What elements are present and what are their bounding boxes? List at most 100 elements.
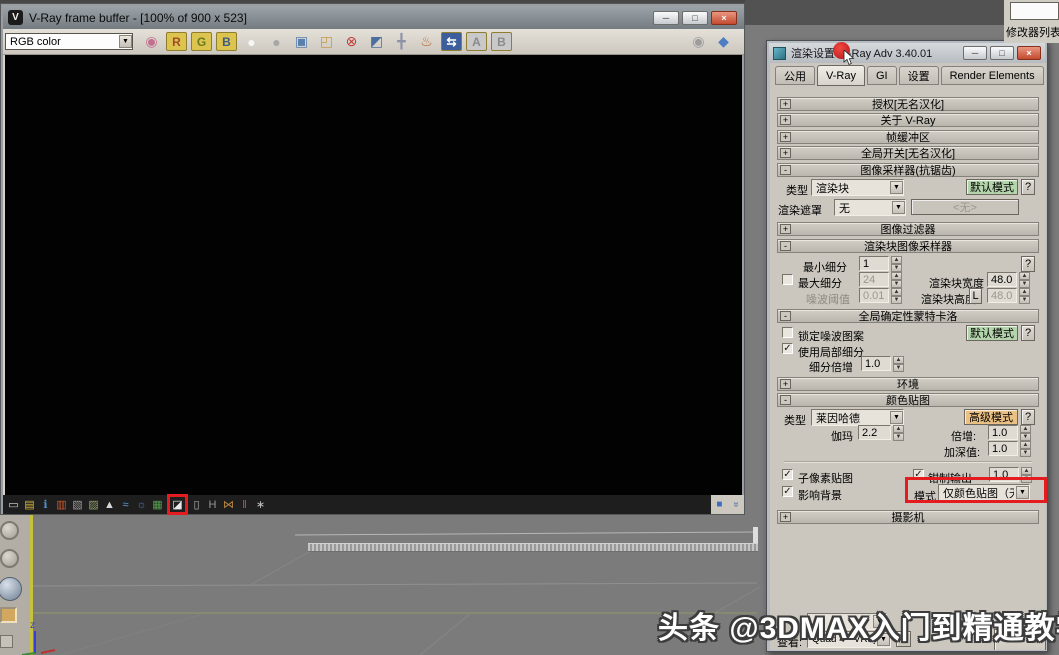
history-icon[interactable]: H bbox=[205, 497, 220, 512]
mask-none-button[interactable]: <无> bbox=[911, 199, 1019, 215]
red-channel-toggle[interactable]: R bbox=[166, 32, 187, 51]
max-subdivs-checkbox[interactable] bbox=[782, 274, 793, 285]
min-subdivs-field[interactable]: 1 bbox=[859, 256, 889, 271]
lut-correction-icon[interactable]: ☼ bbox=[134, 497, 149, 512]
frame-buffer-titlebar[interactable]: V V-Ray frame buffer - [100% of 900 x 52… bbox=[3, 6, 744, 29]
multiplier-field[interactable]: 1.0 bbox=[988, 425, 1018, 440]
render-last-icon[interactable]: ♨ bbox=[416, 32, 437, 52]
affect-background-checkbox[interactable] bbox=[782, 486, 793, 497]
rgb-channels-icon[interactable]: ◉ bbox=[141, 32, 162, 52]
save-image-icon[interactable]: ▣ bbox=[291, 32, 312, 52]
modifier-list-label[interactable]: 修改器列表 bbox=[1006, 25, 1059, 41]
subdivs-mult-field[interactable]: 1.0 bbox=[861, 356, 891, 371]
expand-icon[interactable]: + bbox=[780, 379, 791, 389]
curve-correction-icon[interactable]: ≈ bbox=[118, 497, 133, 512]
duplicate-to-a-icon[interactable]: A bbox=[466, 32, 487, 51]
toolbar-round-icon[interactable] bbox=[0, 521, 19, 540]
spinner-control[interactable]: ▲▼ bbox=[891, 272, 902, 287]
default-mode-button[interactable]: 默认模式 bbox=[966, 179, 1018, 195]
toolbar-round-icon[interactable] bbox=[0, 549, 19, 568]
icc-profile-icon[interactable]: ∗ bbox=[253, 497, 268, 512]
spinner-control[interactable]: ▲▼ bbox=[1019, 288, 1030, 303]
vray-render-icon[interactable]: ◆ bbox=[713, 32, 734, 52]
region-render-icon[interactable]: ■ bbox=[716, 499, 722, 510]
spinner-control[interactable]: ▲▼ bbox=[1020, 441, 1031, 456]
tab--[interactable]: 设置 bbox=[899, 66, 939, 85]
tab-v-ray[interactable]: V-Ray bbox=[817, 65, 865, 86]
help-button[interactable]: ? bbox=[1021, 179, 1035, 195]
dropdown-arrow-icon[interactable]: ▼ bbox=[119, 35, 132, 48]
white-channel-icon[interactable]: ● bbox=[241, 32, 262, 52]
help-button[interactable]: ? bbox=[1021, 256, 1035, 272]
name-input[interactable] bbox=[1010, 2, 1059, 20]
dropdown-arrow-icon[interactable]: ▼ bbox=[892, 201, 905, 214]
spinner-control[interactable]: ▲▼ bbox=[893, 425, 904, 440]
rollout-dmc[interactable]: - 全局确定性蒙特卡洛 bbox=[777, 309, 1039, 323]
render-setup-titlebar[interactable]: 渲染设置: V-Ray Adv 3.40.01 ─□× bbox=[769, 43, 1045, 63]
dropdown-arrow-icon[interactable]: ▼ bbox=[890, 411, 903, 424]
collapse-icon[interactable]: - bbox=[780, 165, 791, 175]
close-button[interactable]: × bbox=[1017, 46, 1041, 60]
expand-icon[interactable]: + bbox=[780, 99, 791, 109]
stamp-icon[interactable]: ⋈ bbox=[221, 497, 236, 512]
rollout-bucket-sampler[interactable]: - 渲染块图像采样器 bbox=[777, 239, 1039, 253]
render-image-canvas[interactable] bbox=[5, 55, 742, 495]
burn-field[interactable]: 1.0 bbox=[988, 441, 1018, 456]
load-image-icon[interactable]: ◰ bbox=[316, 32, 337, 52]
channel-select[interactable]: RGB color ▼ bbox=[5, 33, 133, 50]
maximize-button[interactable]: □ bbox=[990, 46, 1014, 60]
rollout-license[interactable]: + 授权[无名汉化] bbox=[777, 97, 1039, 111]
expand-icon[interactable]: + bbox=[780, 132, 791, 142]
rollout-global-switches[interactable]: + 全局开关[无名汉化] bbox=[777, 146, 1039, 160]
gamma-field[interactable]: 2.2 bbox=[858, 425, 891, 440]
region-select-icon[interactable]: ▭ bbox=[6, 497, 21, 512]
minimize-button[interactable]: ─ bbox=[963, 46, 987, 60]
tab--[interactable]: 公用 bbox=[775, 66, 815, 85]
compare-ab-icon[interactable]: ⇆ bbox=[441, 32, 462, 51]
rollout-image-sampler[interactable]: - 图像采样器(抗锯齿) bbox=[777, 163, 1039, 177]
sphere-tool-icon[interactable] bbox=[0, 577, 22, 601]
rollout-image-filter[interactable]: + 图像过滤器 bbox=[777, 222, 1039, 236]
bucket-width-field[interactable]: 48.0 bbox=[987, 272, 1017, 287]
noise-threshold-field[interactable]: 0.01 bbox=[859, 288, 889, 303]
sampler-type-select[interactable]: 渲染块 ▼ bbox=[811, 179, 904, 196]
stereo-icon[interactable]: ‖ bbox=[237, 497, 252, 512]
height-lock-button[interactable]: L bbox=[969, 288, 982, 304]
local-subdivs-checkbox[interactable] bbox=[782, 343, 793, 354]
spinner-control[interactable]: ▲▼ bbox=[891, 256, 902, 271]
maximize-button[interactable]: □ bbox=[682, 11, 708, 25]
expand-icon[interactable]: + bbox=[780, 224, 791, 234]
white-balance-icon[interactable]: ▧ bbox=[70, 497, 85, 512]
close-button[interactable]: × bbox=[711, 11, 737, 25]
bucket-height-field[interactable]: 48.0 bbox=[987, 288, 1017, 303]
color-map-type-select[interactable]: 莱因哈德 ▼ bbox=[811, 409, 904, 426]
help-button[interactable]: ? bbox=[1021, 325, 1035, 341]
spinner-control[interactable]: ▲▼ bbox=[893, 356, 904, 371]
expand-panel-icon[interactable]: » bbox=[730, 502, 741, 508]
render-mask-select[interactable]: 无 ▼ bbox=[834, 199, 906, 216]
rollout-about-vray[interactable]: + 关于 V-Ray bbox=[777, 113, 1039, 127]
collapse-icon[interactable]: - bbox=[780, 311, 791, 321]
alpha-channel-icon[interactable]: ● bbox=[266, 32, 287, 52]
clear-image-icon[interactable]: ⊗ bbox=[341, 32, 362, 52]
follow-mouse-icon[interactable]: ╋ bbox=[391, 32, 412, 52]
rollout-color-mapping[interactable]: - 颜色贴图 bbox=[777, 393, 1039, 407]
duplicate-to-b-icon[interactable]: B bbox=[491, 32, 512, 51]
spinner-control[interactable]: ▲▼ bbox=[891, 288, 902, 303]
color-clamp-icon[interactable]: ▨ bbox=[86, 497, 101, 512]
color-correction-book-icon[interactable]: ▤ bbox=[22, 497, 37, 512]
histogram-icon[interactable]: ▥ bbox=[54, 497, 69, 512]
track-mouse-icon[interactable]: ◩ bbox=[366, 32, 387, 52]
default-mode-button[interactable]: 默认模式 bbox=[966, 325, 1018, 341]
expand-icon[interactable]: + bbox=[780, 115, 791, 125]
rollout-environment[interactable]: + 环境 bbox=[777, 377, 1039, 391]
expand-icon[interactable]: + bbox=[780, 512, 791, 522]
max-subdivs-field[interactable]: 24 bbox=[859, 272, 889, 287]
minimize-button[interactable]: ─ bbox=[653, 11, 679, 25]
stop-render-icon[interactable]: ◉ bbox=[688, 32, 709, 52]
lock-noise-checkbox[interactable] bbox=[782, 327, 793, 338]
collapse-icon[interactable]: - bbox=[780, 395, 791, 405]
lens-effects-icon[interactable]: ◪ bbox=[170, 497, 185, 512]
display-colors-icon[interactable]: ▲ bbox=[102, 497, 117, 512]
subpixel-checkbox[interactable] bbox=[782, 469, 793, 480]
